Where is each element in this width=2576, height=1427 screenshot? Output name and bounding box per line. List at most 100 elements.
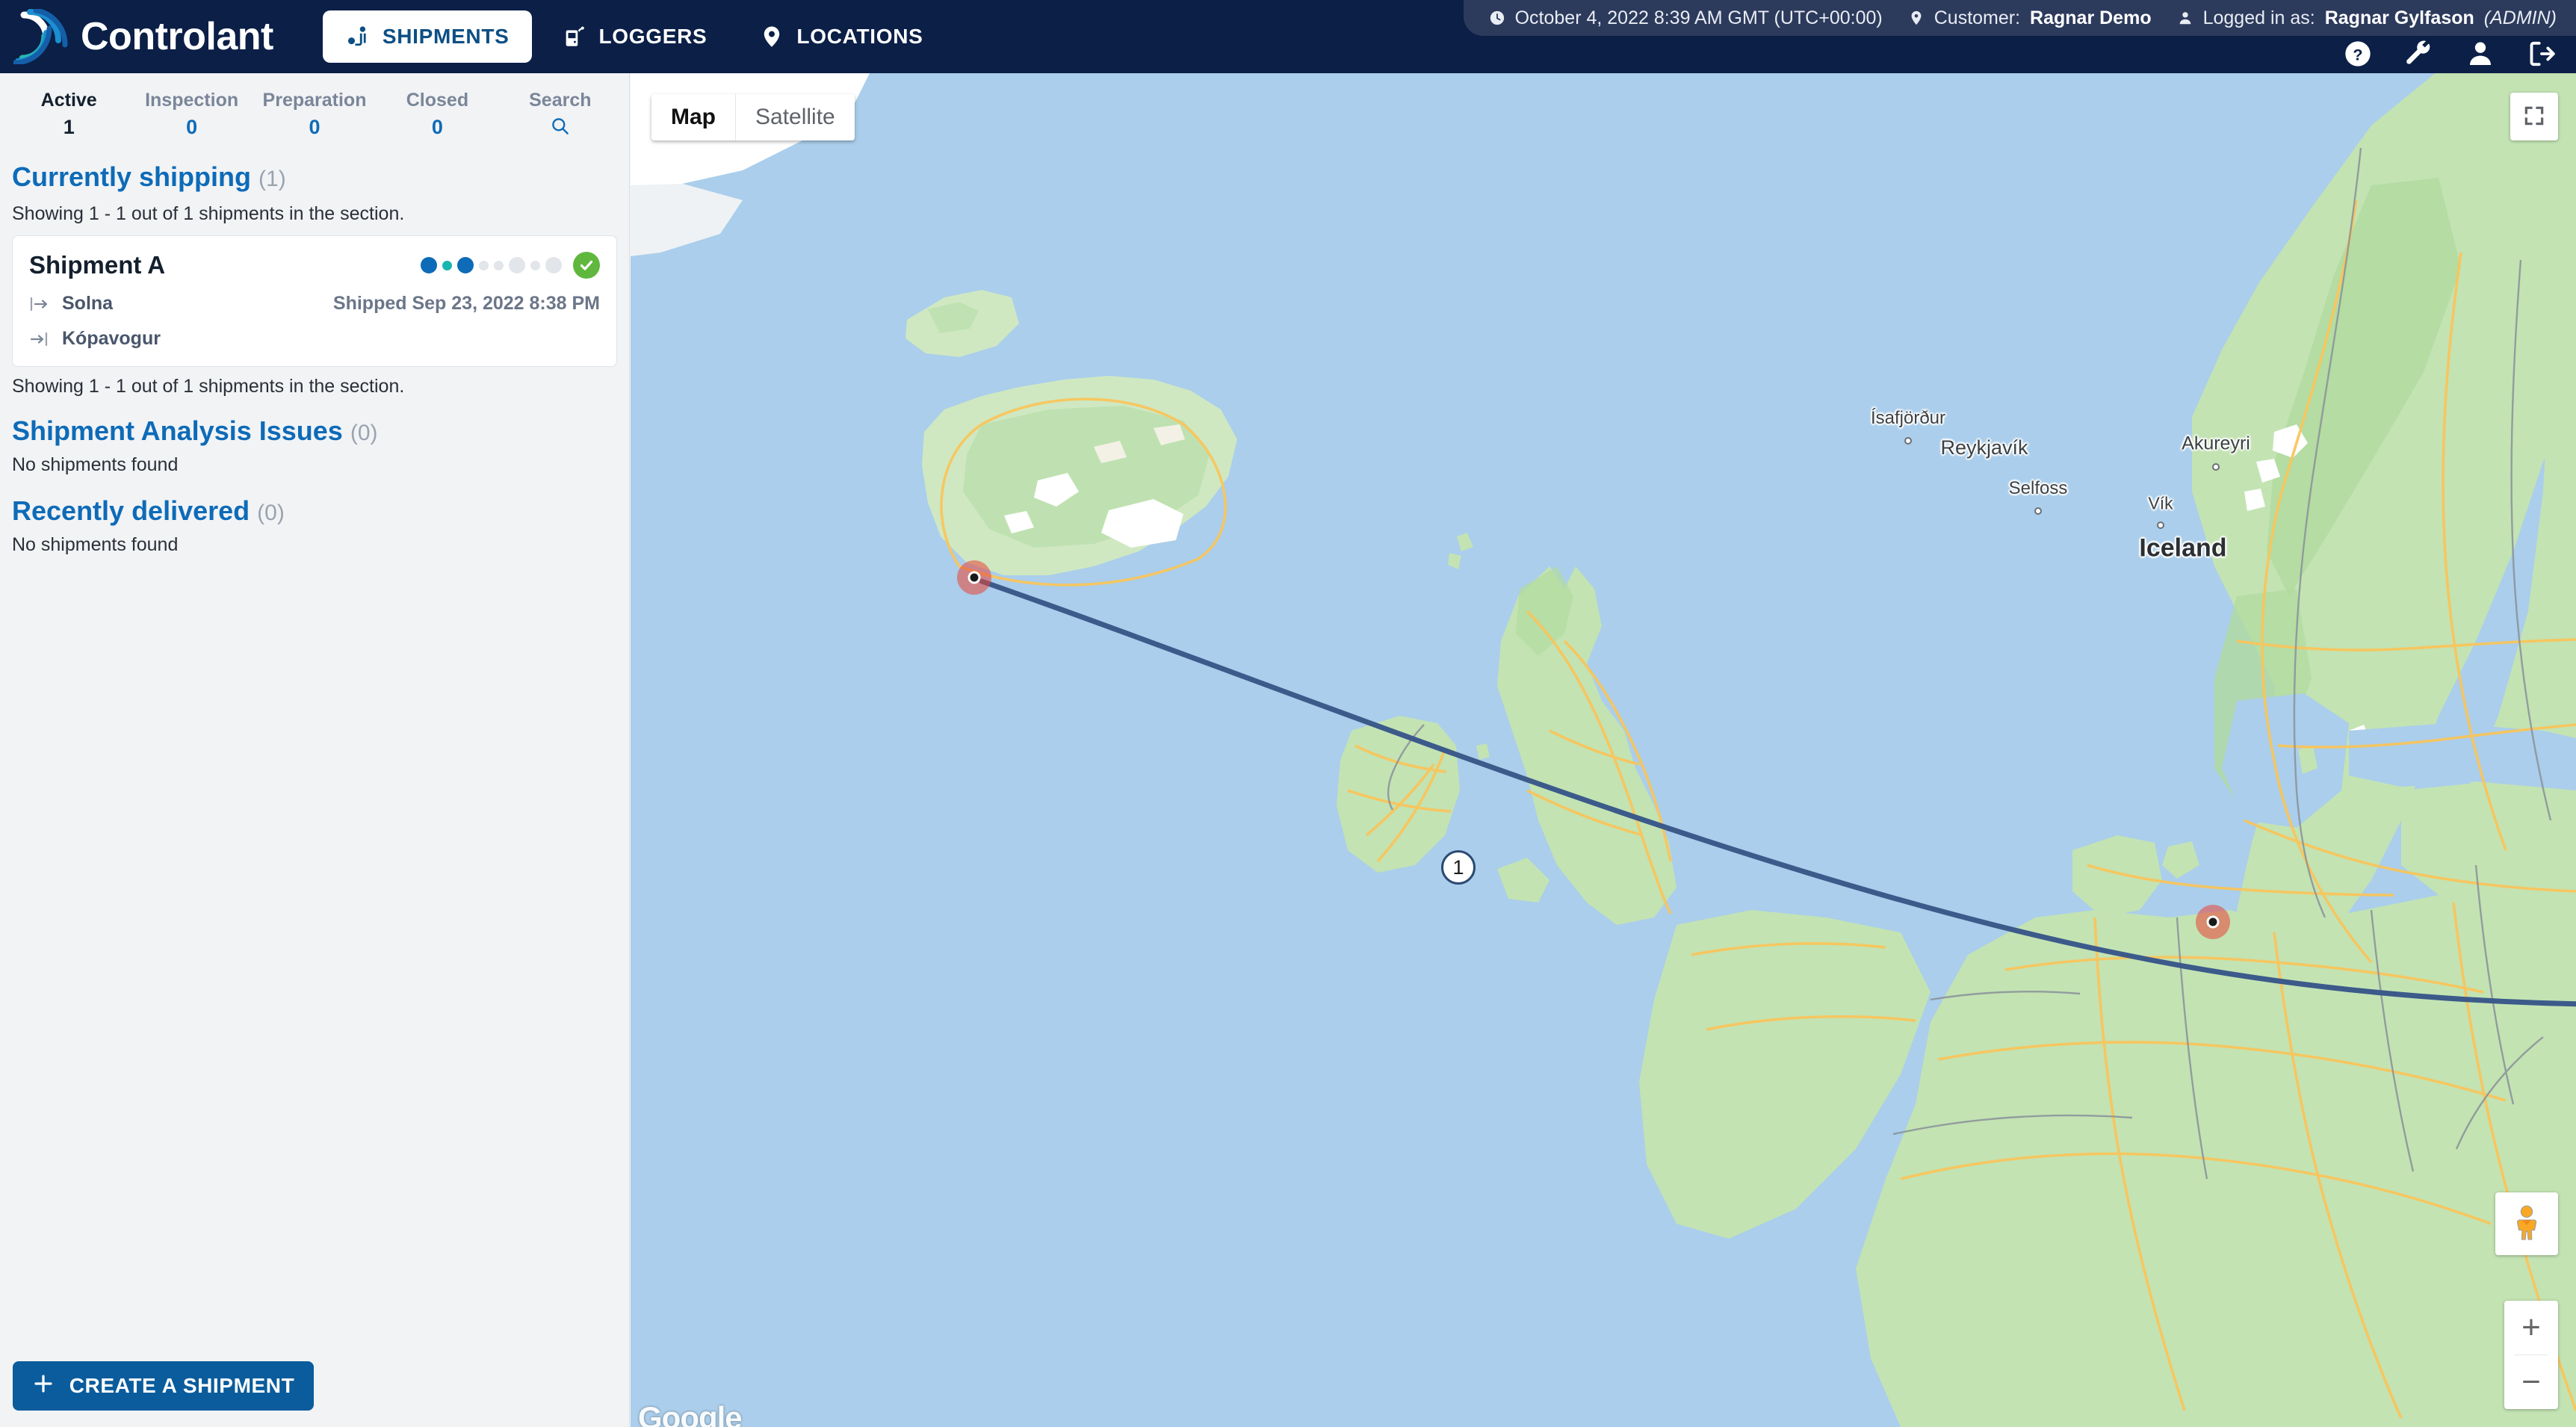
nav-tab-loggers[interactable]: LOGGERS [539, 10, 730, 63]
shipment-name: Shipment A [29, 251, 166, 279]
tab-active-count: 1 [63, 116, 75, 138]
section-title-currently-shipping: Currently shipping (1) [0, 151, 629, 194]
logged-in-label: Logged in as: [2202, 7, 2315, 28]
tab-search-label: Search [529, 90, 592, 111]
map-label: Iceland [2139, 533, 2227, 563]
logged-in-user: Ragnar Gylfason [2324, 7, 2474, 28]
map-fullscreen-button[interactable] [2510, 93, 2558, 140]
tab-inspection-count: 0 [186, 116, 198, 138]
street-view-pegman-button[interactable] [2495, 1192, 2558, 1255]
nav-label-loggers: LOGGERS [598, 25, 708, 48]
progress-dot [509, 257, 525, 273]
analysis-issues-empty: No shipments found [12, 454, 179, 475]
progress-dot [442, 260, 452, 270]
recently-delivered-empty: No shipments found [12, 534, 179, 555]
depart-arrow-icon [29, 296, 50, 312]
plus-icon [32, 1372, 55, 1400]
shipment-status-text: Shipped Sep 23, 2022 8:38 PM [332, 293, 600, 314]
shipment-destination-row: Kópavogur [29, 328, 600, 350]
cluster-marker[interactable]: 1 [1441, 850, 1476, 885]
map-type-control: Map Satellite [651, 94, 855, 140]
map-label: Reykjavík [1940, 436, 2028, 459]
map-type-map-button[interactable]: Map [651, 94, 735, 140]
map-city-dot [2034, 507, 2042, 515]
tab-closed-count: 0 [431, 116, 443, 138]
session-status-bar: October 4, 2022 8:39 AM GMT (UTC+00:00) … [1463, 0, 2576, 36]
section-count-recently-delivered: (0) [257, 501, 285, 525]
shipments-sidebar: Active 1 Inspection 0 Preparation 0 Clos… [0, 73, 630, 1427]
header-action-icons: ? [2343, 39, 2557, 69]
brand-name: Controlant [81, 15, 273, 58]
logout-icon[interactable] [2527, 39, 2557, 69]
tab-search[interactable]: Search [499, 90, 622, 136]
tab-inspection[interactable]: Inspection 0 [130, 90, 253, 139]
brand-logo[interactable]: Controlant [12, 7, 273, 66]
map-type-satellite-button[interactable]: Satellite [735, 94, 855, 140]
tab-active[interactable]: Active 1 [7, 90, 130, 139]
search-icon [550, 116, 570, 136]
shipment-route-icon [345, 24, 371, 49]
tab-preparation-count: 0 [309, 116, 321, 138]
nav-label-shipments: SHIPMENTS [382, 25, 510, 48]
progress-dot [479, 260, 489, 270]
nav-tab-shipments[interactable]: SHIPMENTS [322, 10, 532, 63]
map-zoom-control: + − [2504, 1301, 2558, 1409]
nav-tab-locations[interactable]: LOCATIONS [737, 10, 945, 63]
nav-label-locations: LOCATIONS [796, 25, 923, 48]
shipment-destination: Kópavogur [62, 328, 161, 349]
section-count-currently-shipping: (1) [258, 167, 286, 191]
tab-closed[interactable]: Closed 0 [376, 90, 498, 139]
create-shipment-label: CREATE A SHIPMENT [69, 1374, 295, 1397]
tab-preparation-label: Preparation [262, 90, 367, 111]
shipment-card[interactable]: Shipment A Solna Shipped Sep 23, 2022 8:… [12, 235, 617, 367]
map-zoom-out-button[interactable]: − [2504, 1355, 2558, 1409]
currently-shipping-top-note: Showing 1 - 1 out of 1 shipments in the … [12, 203, 405, 224]
shipment-card-header: Shipment A [29, 251, 600, 279]
help-circle-icon[interactable]: ? [2343, 39, 2373, 69]
section-title-analysis-issues: Shipment Analysis Issues (0) [0, 405, 629, 448]
tab-active-label: Active [40, 90, 97, 111]
street-view-pegman-icon [2507, 1203, 2547, 1245]
main-nav: SHIPMENTS LOGGERS LOCATIONS [322, 10, 946, 63]
map-label: Vík [2148, 493, 2173, 513]
map-label: Akureyri [2182, 433, 2250, 454]
shipment-map[interactable]: Map Satellite + − Google 1 Ísafjörður Ak… [631, 73, 2576, 1427]
tab-preparation[interactable]: Preparation 0 [253, 90, 376, 139]
origin-marker[interactable] [967, 571, 981, 584]
shipment-progress-dots [421, 252, 600, 279]
tab-inspection-label: Inspection [145, 90, 239, 111]
progress-dot [530, 260, 540, 270]
progress-dot [421, 257, 437, 273]
progress-dot [494, 260, 504, 270]
user-icon [2177, 10, 2193, 26]
progress-dot [545, 257, 562, 273]
user-account-icon[interactable] [2465, 39, 2495, 69]
destination-marker[interactable] [2206, 915, 2220, 929]
map-city-dot [2157, 521, 2164, 529]
wrench-icon[interactable] [2404, 39, 2434, 69]
fullscreen-icon [2522, 104, 2546, 130]
svg-text:?: ? [2353, 45, 2362, 64]
section-label-recently-delivered: Recently delivered [12, 495, 250, 526]
map-city-dot [2212, 463, 2220, 471]
map-zoom-in-button[interactable]: + [2504, 1301, 2558, 1355]
section-count-analysis-issues: (0) [350, 421, 378, 445]
progress-dot [457, 257, 474, 273]
map-label: Selfoss [2008, 477, 2068, 498]
map-pin-icon [759, 24, 784, 49]
create-shipment-button[interactable]: CREATE A SHIPMENT [13, 1361, 314, 1411]
app-header: Controlant SHIPMENTS LOGGERS LOCATIONS O… [0, 0, 2576, 73]
shipment-origin-row: Solna Shipped Sep 23, 2022 8:38 PM [29, 293, 600, 315]
logged-in-role: (ADMIN) [2483, 7, 2557, 28]
customer-name: Ragnar Demo [2030, 7, 2152, 28]
controlant-wave-logo-icon [12, 7, 69, 66]
customer-label: Customer: [1933, 7, 2021, 28]
shipment-status-tabs: Active 1 Inspection 0 Preparation 0 Clos… [0, 73, 629, 151]
shipment-route-line [979, 578, 2576, 1007]
section-label-analysis-issues: Shipment Analysis Issues [12, 415, 343, 446]
clock-icon [1489, 10, 1505, 26]
shipment-origin: Solna [62, 293, 114, 314]
session-datetime: October 4, 2022 8:39 AM GMT (UTC+00:00) [1514, 7, 1883, 28]
google-attribution: Google [638, 1400, 743, 1427]
section-title-recently-delivered: Recently delivered (0) [0, 485, 629, 528]
